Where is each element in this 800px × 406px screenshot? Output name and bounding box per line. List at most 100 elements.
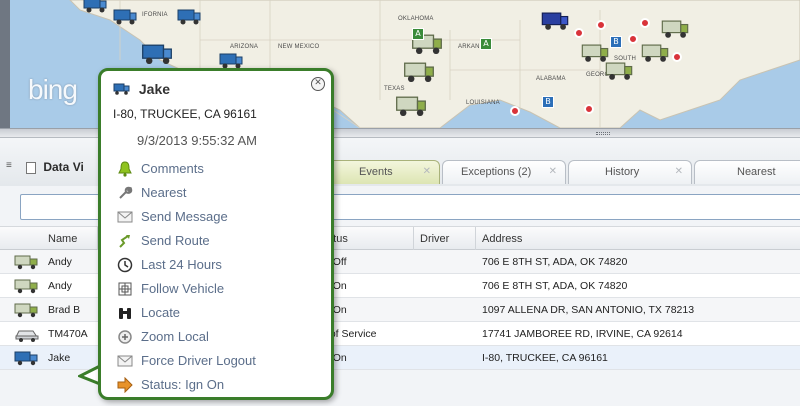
cell-address: 706 E 8TH ST, ADA, OK 74820 — [482, 256, 628, 268]
popup-title: Jake — [113, 81, 170, 97]
truck-icon — [14, 255, 38, 270]
cell-driver — [414, 250, 476, 274]
menu-item-label: Follow Vehicle — [141, 281, 225, 296]
truck-marker-icon[interactable] — [176, 6, 202, 26]
blue-truck-icon — [113, 83, 130, 95]
menu-item-force-driver-logout[interactable]: Force Driver Logout — [111, 349, 256, 373]
document-icon — [26, 161, 36, 174]
vehicle-info-popup: ✕ Jake I-80, TRUCKEE, CA 96161 9/3/2013 … — [98, 68, 334, 400]
map-marker-icon[interactable]: B — [542, 96, 554, 108]
zoom-icon — [118, 330, 132, 344]
map-pin-icon[interactable] — [628, 34, 638, 44]
menu-item-label: Send Message — [141, 209, 228, 224]
tab-close-icon[interactable]: ✕ — [423, 161, 431, 183]
vehicle-action-menu: Comments Nearest Send Message Send Route… — [111, 157, 256, 397]
column-header-address[interactable]: Address — [476, 227, 800, 251]
cell-address: I-80, TRUCKEE, CA 96161 — [482, 352, 608, 364]
cell-address: 706 E 8TH ST, ADA, OK 74820 — [482, 280, 628, 292]
map-marker-icon[interactable]: B — [610, 36, 622, 48]
binoculars-icon — [119, 308, 131, 319]
bell-icon — [118, 161, 132, 177]
column-header-driver[interactable]: Driver — [414, 227, 476, 251]
menu-item-label: Nearest — [141, 185, 187, 200]
menu-item-comments[interactable]: Comments — [111, 157, 256, 181]
cell-address: 17741 JAMBOREE RD, IRVINE, CA 92614 — [482, 328, 683, 340]
truck-marker-icon[interactable] — [640, 40, 670, 64]
state-label: IFORNIA — [142, 12, 168, 18]
truck-marker-icon[interactable] — [540, 8, 570, 32]
cell-driver — [414, 298, 476, 322]
envelope-icon — [117, 211, 133, 223]
truck-marker-icon[interactable] — [394, 92, 428, 118]
tab-label: Nearest — [737, 166, 776, 178]
cell-name: Brad B — [48, 304, 81, 316]
splitter-grip-icon[interactable] — [596, 132, 610, 135]
cell-name: Andy — [48, 256, 72, 268]
collapse-icon[interactable]: ≡ — [6, 160, 12, 171]
truck-marker-icon[interactable] — [660, 16, 690, 40]
vehicle-timestamp: 9/3/2013 9:55:32 AM — [137, 133, 257, 148]
truck-marker-icon[interactable] — [112, 6, 138, 26]
menu-item-status[interactable]: Status: Ign On — [111, 373, 256, 397]
menu-item-follow-vehicle[interactable]: Follow Vehicle — [111, 277, 256, 301]
tab-exceptions[interactable]: Exceptions (2) ✕ — [442, 160, 566, 184]
panel-title: ≡ Data Vi — [6, 160, 84, 174]
tab-history[interactable]: History ✕ — [568, 160, 692, 184]
state-label: NEW MEXICO — [278, 44, 320, 50]
cell-driver — [414, 346, 476, 370]
menu-item-label: Force Driver Logout — [141, 353, 256, 368]
menu-item-label: Zoom Local — [141, 329, 209, 344]
cell-address: 1097 ALLENA DR, SAN ANTONIO, TX 78213 — [482, 304, 695, 316]
tab-nearest[interactable]: Nearest — [694, 160, 800, 184]
close-icon[interactable]: ✕ — [311, 77, 325, 91]
menu-item-label: Last 24 Hours — [141, 257, 222, 272]
panel-title-label: Data Vi — [43, 160, 84, 174]
map-left-strip — [0, 0, 10, 128]
menu-item-label: Comments — [141, 161, 204, 176]
menu-item-send-route[interactable]: Send Route — [111, 229, 256, 253]
map-marker-icon[interactable]: A — [480, 38, 492, 50]
menu-item-zoom-local[interactable]: Zoom Local — [111, 325, 256, 349]
tab-close-icon[interactable]: ✕ — [675, 161, 683, 183]
truck-icon — [14, 303, 38, 318]
truck-marker-icon[interactable] — [218, 50, 244, 70]
tab-events[interactable]: Events ✕ — [320, 160, 440, 184]
truck-marker-icon[interactable] — [604, 58, 634, 82]
blue-truck-icon — [14, 351, 38, 366]
car-icon — [15, 330, 39, 342]
tab-label: Events — [359, 166, 393, 178]
menu-item-nearest[interactable]: Nearest — [111, 181, 256, 205]
map-pin-icon[interactable] — [672, 52, 682, 62]
envelope-icon — [117, 355, 133, 367]
menu-item-locate[interactable]: Locate — [111, 301, 256, 325]
menu-item-label: Send Route — [141, 233, 210, 248]
map-pin-icon[interactable] — [640, 18, 650, 28]
wrench-icon — [119, 186, 133, 199]
truck-marker-icon[interactable] — [140, 40, 174, 66]
map-pin-icon[interactable] — [574, 28, 584, 38]
fleet-tracking-app: OKLAHOMA ARIZONA NEW MEXICO TEXAS ARKANS… — [0, 0, 800, 406]
state-label: LOUISIANA — [466, 100, 500, 106]
map-pin-icon[interactable] — [584, 104, 594, 114]
arrow-right-icon — [117, 377, 133, 393]
menu-item-label: Status: Ign On — [141, 377, 225, 392]
route-icon — [119, 235, 130, 248]
map-pin-icon[interactable] — [596, 20, 606, 30]
truck-marker-icon[interactable] — [82, 0, 108, 14]
cell-name: Andy — [48, 280, 72, 292]
map-marker-icon[interactable]: A — [412, 28, 424, 40]
cell-driver — [414, 322, 476, 346]
tab-label: History — [605, 166, 640, 178]
bing-logo: bing — [28, 74, 78, 105]
tab-close-icon[interactable]: ✕ — [549, 161, 557, 183]
follow-icon — [118, 282, 132, 296]
clock-icon — [117, 257, 133, 273]
menu-item-send-message[interactable]: Send Message — [111, 205, 256, 229]
column-header-name[interactable]: Name — [42, 227, 98, 251]
map-pin-icon[interactable] — [510, 106, 520, 116]
menu-item-label: Locate — [141, 305, 181, 320]
tab-label: Exceptions (2) — [461, 166, 532, 178]
state-label: ALABAMA — [536, 76, 566, 82]
truck-marker-icon[interactable] — [402, 58, 436, 84]
menu-item-last-24-hours[interactable]: Last 24 Hours — [111, 253, 256, 277]
